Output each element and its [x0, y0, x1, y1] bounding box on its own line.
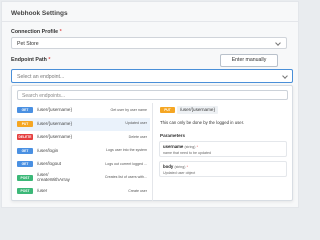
endpoint-path: /user/{username} [37, 134, 72, 139]
parameter-type: (string) [184, 145, 196, 149]
endpoint-description: Logs user into the system [106, 148, 147, 152]
parameter-name: username [163, 144, 184, 149]
endpoint-list-item[interactable]: POST/user Create user [12, 185, 150, 199]
method-badge: GET [17, 107, 33, 113]
endpoint-select-placeholder: Select an endpoint... [17, 74, 65, 80]
method-badge: POST [17, 188, 33, 194]
endpoint-list-item[interactable]: DELETE/user/{username} Delete user [12, 131, 150, 145]
endpoint-description: Updated user [125, 121, 147, 125]
endpoint-path-label: Endpoint Path * [11, 57, 50, 63]
parameter-name-line: body (string) * [163, 164, 188, 169]
endpoint-description: Delete user [128, 134, 147, 139]
endpoint-detail: PUT /user/{username} This can only be do… [152, 103, 294, 201]
endpoint-path: /user [37, 188, 48, 193]
parameter-name-line: username (string) * [163, 144, 198, 149]
endpoint-path: /user/login [37, 147, 59, 153]
parameter-type: (string) [174, 165, 186, 169]
endpoint-list-item[interactable]: POST/user/ createWithArray Creates list o… [12, 172, 150, 186]
endpoint-path-label-text: Endpoint Path [11, 57, 47, 63]
connection-profile-label-text: Connection Profile [11, 29, 59, 35]
parameter-card: body (string) * Updated user object [159, 161, 287, 177]
endpoint-list-item[interactable]: PUT/user/{username} Updated user [12, 117, 150, 131]
connection-profile-select[interactable]: Pet Store [11, 37, 287, 49]
endpoint-description: Creates list of users with... [104, 175, 147, 179]
endpoint-list-item[interactable]: GET/user/{username} Get user by user name [12, 104, 150, 118]
webhook-settings-panel: Webhook Settings Connection Profile * Pe… [1, 1, 299, 208]
required-mark: * [196, 145, 198, 149]
endpoint-description: Get user by user name [110, 107, 147, 112]
connection-profile-label: Connection Profile * [11, 29, 62, 35]
endpoint-path: /user/ createWithArray [37, 172, 70, 183]
endpoint-dropdown: Search endpoints... GET/user/{username} G… [11, 85, 293, 201]
endpoint-list: GET/user/{username} Get user by user name… [12, 104, 150, 199]
connection-profile-value: Pet Store [17, 41, 39, 47]
required-mark: * [186, 165, 188, 169]
method-badge: GET [17, 147, 33, 154]
endpoint-description: Logs out current logged ... [105, 161, 147, 166]
method-badge: PUT [17, 120, 33, 127]
endpoint-description: Create user [128, 188, 147, 193]
title-divider [2, 21, 298, 22]
parameter-name: body [163, 164, 174, 169]
parameter-description: Updated user object [163, 171, 196, 175]
endpoint-select[interactable]: Select an endpoint... [11, 69, 293, 83]
endpoint-path: /user/logout [37, 161, 62, 166]
endpoint-path: /user/{username} [37, 120, 72, 126]
panel-title: Webhook Settings [11, 10, 68, 17]
chevron-down-icon [275, 39, 281, 46]
endpoint-list-item[interactable]: GET/user/logout Logs out current logged .… [12, 158, 150, 172]
enter-manually-button[interactable]: Enter manually [220, 54, 278, 67]
method-badge: GET [17, 161, 33, 167]
required-mark: * [59, 29, 62, 35]
parameter-description: name that need to be updated [163, 151, 211, 155]
required-mark: * [48, 57, 51, 63]
detail-description: This can only be done by the logged in u… [160, 120, 245, 125]
parameters-heading: Parameters [160, 133, 186, 138]
method-badge: DELETE [17, 134, 33, 140]
endpoint-search-input[interactable]: Search endpoints... [17, 90, 288, 100]
method-badge: PUT [160, 107, 175, 113]
method-badge: POST [17, 174, 33, 181]
chevron-down-icon [282, 72, 288, 79]
detail-path: /user/{username} [177, 106, 218, 114]
endpoint-list-item[interactable]: GET/user/login Logs user into the system [12, 145, 150, 159]
parameter-card: username (string) * name that need to be… [159, 141, 287, 157]
endpoint-path: /user/{username} [37, 107, 72, 112]
